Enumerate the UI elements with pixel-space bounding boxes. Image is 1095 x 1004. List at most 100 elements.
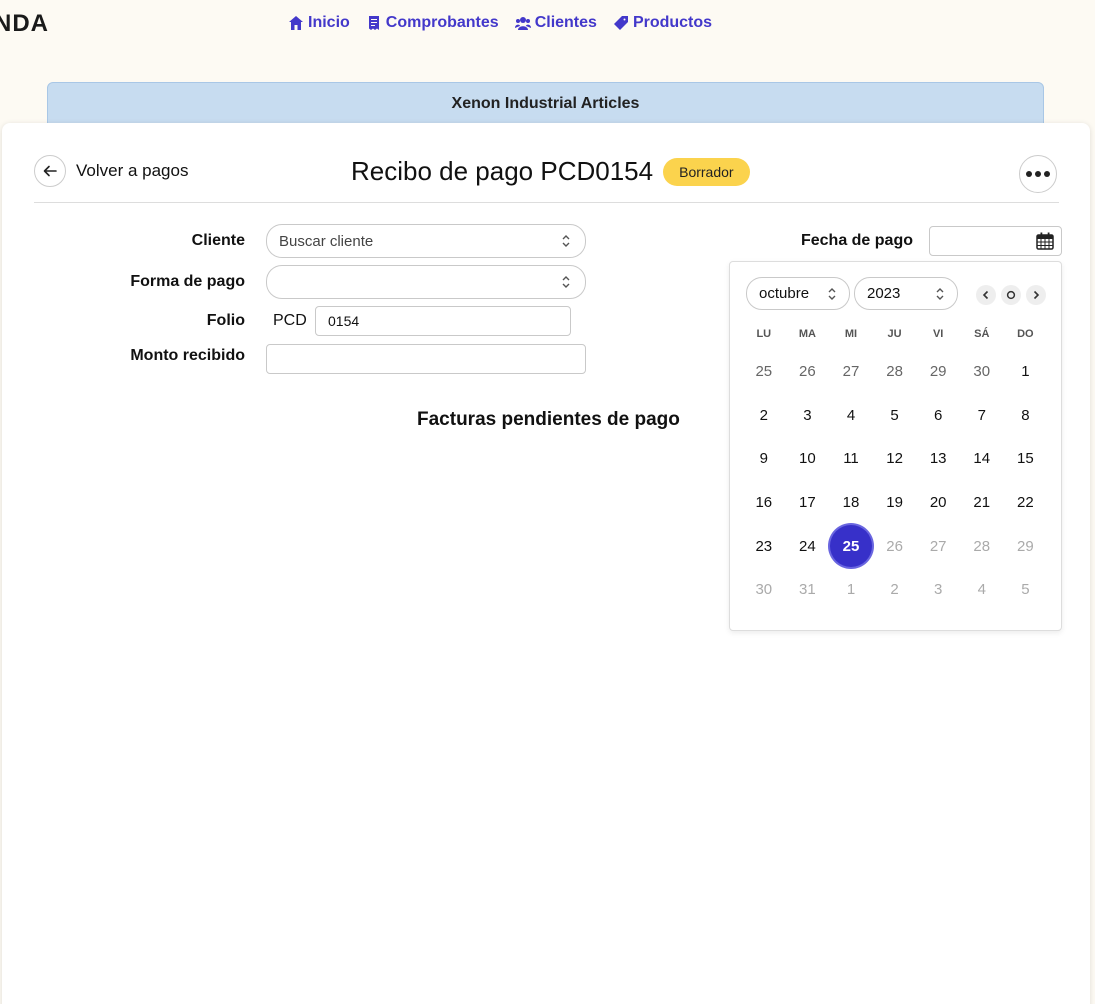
calendar-day[interactable]: 26 bbox=[873, 524, 917, 568]
calendar-day[interactable]: 15 bbox=[1004, 437, 1048, 481]
calendar-day[interactable]: 28 bbox=[873, 350, 917, 394]
date-picker-popup: octubre 2023 LU MA MI JU VI SÁ DO 25 26 … bbox=[729, 261, 1062, 631]
calendar-day-label: 22 bbox=[1017, 494, 1034, 512]
page-title: Recibo de pago PCD0154 bbox=[351, 156, 654, 186]
calendar-day[interactable]: 14 bbox=[960, 437, 1004, 481]
app-logo[interactable]: NDA bbox=[0, 10, 49, 38]
folio-label: Folio bbox=[206, 312, 245, 329]
calendar-day[interactable]: 10 bbox=[786, 437, 830, 481]
calendar-day[interactable]: 1 bbox=[1004, 350, 1048, 394]
weekday-label: DO bbox=[1017, 328, 1034, 340]
calendar-day-label: 3 bbox=[934, 581, 943, 599]
chevron-updown-icon bbox=[562, 276, 570, 288]
arrow-left-icon bbox=[34, 155, 66, 187]
calendar-day-label: 4 bbox=[846, 406, 856, 424]
dot-icon bbox=[1035, 171, 1041, 177]
more-options-button[interactable] bbox=[1019, 155, 1057, 193]
calendar-day[interactable]: 23 bbox=[742, 524, 786, 568]
forma-pago-select[interactable] bbox=[266, 265, 586, 299]
home-icon bbox=[289, 16, 303, 30]
month-select[interactable]: octubre bbox=[746, 277, 850, 310]
chevron-updown-icon bbox=[562, 235, 570, 247]
calendar-day[interactable]: 2 bbox=[742, 394, 786, 438]
calendar-day[interactable]: 30 bbox=[960, 350, 1004, 394]
calendar-day-label: 3 bbox=[803, 406, 812, 424]
calendar-day-label: 10 bbox=[799, 450, 816, 468]
prev-month-button[interactable] bbox=[976, 285, 996, 305]
receipt-icon bbox=[368, 16, 379, 30]
fecha-pago-input[interactable] bbox=[929, 226, 1062, 256]
calendar-day[interactable]: 31 bbox=[786, 568, 830, 612]
calendar-day[interactable]: 3 bbox=[786, 394, 830, 438]
monto-input[interactable] bbox=[266, 344, 586, 374]
cliente-label: Cliente bbox=[191, 232, 245, 249]
nav-clientes[interactable]: Clientes bbox=[514, 14, 597, 32]
weekday-label: MA bbox=[798, 328, 816, 340]
calendar-day[interactable]: 4 bbox=[829, 394, 873, 438]
calendar-day[interactable]: 5 bbox=[1004, 568, 1048, 612]
weekday-label: LU bbox=[756, 328, 772, 340]
calendar-day[interactable]: 4 bbox=[960, 568, 1004, 612]
calendar-day[interactable]: 30 bbox=[742, 568, 786, 612]
calendar-day[interactable]: 21 bbox=[960, 481, 1004, 525]
folio-prefix: PCD bbox=[273, 312, 307, 329]
calendar-day[interactable]: 24 bbox=[786, 524, 830, 568]
today-button[interactable] bbox=[1001, 285, 1021, 305]
calendar-day[interactable]: 29 bbox=[916, 350, 960, 394]
calendar-day[interactable]: 2 bbox=[873, 568, 917, 612]
calendar-day-selected[interactable]: 25 bbox=[829, 524, 873, 568]
calendar-day[interactable]: 9 bbox=[742, 437, 786, 481]
weekday-header: LU MA MI JU VI SÁ DO bbox=[742, 328, 1047, 350]
calendar-day[interactable]: 29 bbox=[1004, 524, 1048, 568]
year-select[interactable]: 2023 bbox=[854, 277, 958, 310]
month-value: octubre bbox=[759, 285, 810, 302]
calendar-day[interactable]: 13 bbox=[916, 437, 960, 481]
calendar-day-label: 26 bbox=[799, 363, 816, 381]
nav-productos-label: Productos bbox=[632, 14, 713, 31]
calendar-day-label: 2 bbox=[890, 581, 899, 599]
calendar-day-label: 2 bbox=[759, 406, 768, 424]
calendar-week-row: 2 3 4 5 6 7 8 bbox=[742, 394, 1047, 438]
calendar-day-label: 16 bbox=[755, 494, 773, 512]
calendar-day-label: 7 bbox=[977, 406, 986, 424]
payment-receipt-card: Volver a pagos Recibo de pago PCD0154 Bo… bbox=[2, 123, 1090, 1004]
calendar-day[interactable]: 17 bbox=[786, 481, 830, 525]
calendar-day-label: 12 bbox=[886, 450, 903, 468]
back-label: Volver a pagos bbox=[76, 161, 189, 180]
calendar-day[interactable]: 25 bbox=[742, 350, 786, 394]
calendar-day-label: 19 bbox=[886, 494, 903, 512]
calendar-day-label: 29 bbox=[1017, 537, 1034, 555]
calendar-day[interactable]: 18 bbox=[829, 481, 873, 525]
calendar-day[interactable]: 6 bbox=[916, 394, 960, 438]
year-value: 2023 bbox=[867, 285, 901, 302]
nav-comprobantes[interactable]: Comprobantes bbox=[366, 14, 499, 32]
calendar-day[interactable]: 28 bbox=[960, 524, 1004, 568]
calendar-day-label: 23 bbox=[755, 537, 773, 555]
calendar-day[interactable]: 19 bbox=[873, 481, 917, 525]
calendar-day[interactable]: 16 bbox=[742, 481, 786, 525]
back-to-payments-button[interactable]: Volver a pagos bbox=[34, 155, 188, 187]
folio-input[interactable] bbox=[315, 306, 571, 336]
calendar-day-label: 4 bbox=[977, 581, 986, 599]
calendar-day[interactable]: 8 bbox=[1004, 394, 1048, 438]
calendar-day[interactable]: 20 bbox=[916, 481, 960, 525]
nav-inicio[interactable]: Inicio bbox=[288, 14, 350, 32]
calendar-day[interactable]: 3 bbox=[916, 568, 960, 612]
weekday-label: MI bbox=[844, 328, 858, 340]
calendar-day[interactable]: 22 bbox=[1004, 481, 1048, 525]
calendar-day[interactable]: 7 bbox=[960, 394, 1004, 438]
page-header: Recibo de pago PCD0154 Borrador bbox=[351, 156, 750, 187]
calendar-day[interactable]: 26 bbox=[786, 350, 830, 394]
calendar-day[interactable]: 1 bbox=[829, 568, 873, 612]
weekday-label: SÁ bbox=[974, 328, 990, 340]
nav-productos[interactable]: Productos bbox=[613, 14, 712, 32]
dot-icon bbox=[1044, 171, 1050, 177]
calendar-day[interactable]: 27 bbox=[916, 524, 960, 568]
calendar-week-row: 23 24 25 26 27 28 29 bbox=[742, 524, 1047, 568]
calendar-day[interactable]: 11 bbox=[829, 437, 873, 481]
calendar-day[interactable]: 12 bbox=[873, 437, 917, 481]
calendar-day[interactable]: 27 bbox=[829, 350, 873, 394]
cliente-select[interactable]: Buscar cliente bbox=[266, 224, 586, 258]
calendar-day[interactable]: 5 bbox=[873, 394, 917, 438]
next-month-button[interactable] bbox=[1026, 285, 1046, 305]
